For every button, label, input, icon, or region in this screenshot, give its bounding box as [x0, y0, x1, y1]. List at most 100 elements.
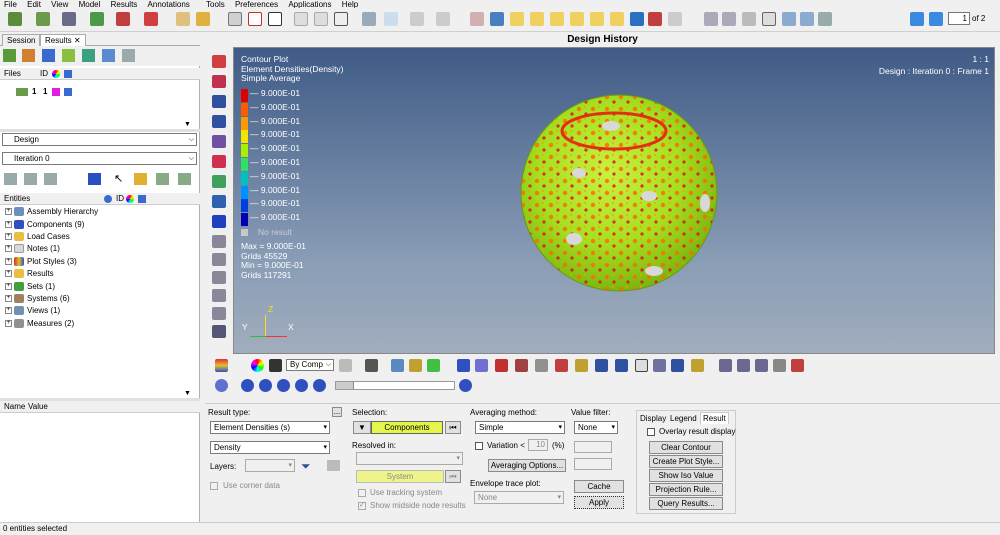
- clear-contour-button[interactable]: Clear Contour: [649, 441, 723, 454]
- deform-icon[interactable]: [212, 155, 226, 168]
- cube-icon[interactable]: [391, 359, 404, 372]
- selection-type-button[interactable]: ▼: [353, 421, 371, 434]
- last-frame-icon[interactable]: [313, 379, 326, 392]
- color-swatch[interactable]: [52, 88, 60, 96]
- window-gray-icon[interactable]: [294, 12, 308, 26]
- averaging-options-button[interactable]: Averaging Options...: [488, 459, 566, 472]
- filter-icon[interactable]: ⏷: [301, 459, 311, 474]
- expand-icon[interactable]: +: [5, 295, 12, 303]
- cube-multi-icon[interactable]: [62, 49, 75, 62]
- export-icon[interactable]: [90, 12, 104, 26]
- splitter[interactable]: [0, 129, 200, 132]
- monitor-icon[interactable]: [212, 195, 226, 208]
- tab-results[interactable]: Results ✕: [40, 34, 86, 46]
- create-plot-style-button[interactable]: Create Plot Style...: [649, 455, 723, 468]
- resolved-in-dropdown[interactable]: ▾: [356, 452, 463, 465]
- spring-icon[interactable]: [212, 175, 226, 188]
- tree-views[interactable]: + Views (1): [5, 305, 60, 317]
- flag-icon[interactable]: [575, 359, 588, 372]
- reset-selection-button[interactable]: ⏮: [445, 421, 461, 434]
- zoom-fit-icon[interactable]: [722, 12, 736, 26]
- expand-icon[interactable]: +: [5, 245, 12, 253]
- file-row[interactable]: 1 1: [0, 86, 200, 98]
- grid-icon[interactable]: [334, 12, 348, 26]
- contour-icon[interactable]: [212, 95, 226, 108]
- folder-results-icon[interactable]: [22, 49, 35, 62]
- flip-h-icon[interactable]: [782, 12, 796, 26]
- prev-frame-icon[interactable]: [259, 379, 272, 392]
- tab-display[interactable]: Display: [640, 414, 666, 423]
- tab-result[interactable]: Result: [700, 412, 729, 424]
- vector-icon[interactable]: [212, 115, 226, 128]
- eye2-icon[interactable]: [24, 173, 37, 185]
- eye3-icon[interactable]: [212, 271, 226, 284]
- overlay-checkbox[interactable]: [647, 428, 655, 436]
- slider-handle[interactable]: [336, 382, 354, 389]
- apply-button[interactable]: Apply: [574, 496, 624, 509]
- tree-sets[interactable]: + Sets (1): [5, 281, 55, 293]
- folder-icon[interactable]: [196, 12, 210, 26]
- contour-legend[interactable]: — 9.000E-01 — 9.000E-01 — 9.000E-01 — 9.000…: [234, 88, 354, 238]
- expand-icon[interactable]: +: [5, 320, 12, 328]
- back-icon[interactable]: [490, 12, 504, 26]
- shaded-icon[interactable]: [648, 12, 662, 26]
- value-filter-dropdown[interactable]: None ▾: [574, 421, 618, 434]
- deform-icon[interactable]: [495, 359, 508, 372]
- tree-notes[interactable]: + Notes (1): [5, 243, 60, 255]
- cube-green-icon[interactable]: [82, 49, 95, 62]
- color-wheel-icon[interactable]: [251, 359, 264, 372]
- eye3-icon[interactable]: [44, 173, 57, 185]
- components-button[interactable]: Components: [371, 421, 443, 434]
- eye-one-icon[interactable]: [178, 173, 191, 185]
- save-icon[interactable]: [62, 12, 76, 26]
- hook-icon[interactable]: [691, 359, 704, 372]
- pan-icon[interactable]: [762, 12, 776, 26]
- projection-rule-button[interactable]: Projection Rule...: [649, 483, 723, 496]
- center-icon[interactable]: [742, 12, 756, 26]
- eye-icon[interactable]: [212, 235, 226, 248]
- design-dropdown[interactable]: Design ⌵: [2, 133, 197, 146]
- comment-icon[interactable]: [737, 359, 750, 372]
- filter-max-input[interactable]: [574, 458, 612, 470]
- expand-icon[interactable]: +: [5, 221, 12, 229]
- expand-icon[interactable]: +: [5, 258, 12, 266]
- flip-v-icon[interactable]: [800, 12, 814, 26]
- axis-iso2-icon[interactable]: [610, 12, 624, 26]
- corner-data-checkbox[interactable]: [210, 482, 218, 490]
- cube-blue-icon[interactable]: [212, 215, 226, 228]
- brackets-icon[interactable]: [818, 12, 832, 26]
- tree-assembly[interactable]: + Assembly Hierarchy: [5, 206, 98, 218]
- expand-icon[interactable]: +: [5, 208, 12, 216]
- tracking-checkbox[interactable]: [358, 489, 366, 497]
- tree-plotstyles[interactable]: + Plot Styles (3): [5, 256, 77, 268]
- variation-input[interactable]: 10: [528, 439, 548, 451]
- tree-collapse-icon[interactable]: ▼: [184, 390, 191, 397]
- next-frame-icon[interactable]: [295, 379, 308, 392]
- legend-icon[interactable]: [457, 359, 470, 372]
- files-collapse-icon[interactable]: ▼: [184, 121, 191, 128]
- tree-systems[interactable]: + Systems (6): [5, 293, 70, 305]
- image-capture-icon[interactable]: [116, 12, 130, 26]
- animation-slider[interactable]: [335, 381, 455, 390]
- pointer-icon[interactable]: ↖: [114, 172, 123, 185]
- midside-checkbox[interactable]: ✓: [358, 502, 366, 510]
- page-layout-icon[interactable]: [248, 12, 262, 26]
- graphics-viewport[interactable]: Contour Plot Element Densities(Density) …: [233, 47, 995, 354]
- expand-icon[interactable]: +: [5, 307, 12, 315]
- tree-loadcases[interactable]: + Load Cases: [5, 231, 70, 243]
- page-number-input[interactable]: 1: [948, 12, 970, 25]
- cube-gray-icon[interactable]: [122, 49, 135, 62]
- note-icon[interactable]: [635, 359, 648, 372]
- eye-icon[interactable]: [4, 173, 17, 185]
- mesh-ball-icon[interactable]: [515, 359, 528, 372]
- averaging-dropdown[interactable]: Simple ▾: [475, 421, 565, 434]
- flag-icon[interactable]: [134, 173, 147, 185]
- gray-box-icon[interactable]: [773, 359, 786, 372]
- zoom-icon[interactable]: [704, 12, 718, 26]
- axis-iso-icon[interactable]: [590, 12, 604, 26]
- envelope-dropdown[interactable]: None ▾: [474, 491, 564, 504]
- tensor-icon[interactable]: [212, 135, 226, 148]
- close-icon[interactable]: ✕: [74, 36, 81, 45]
- person-icon[interactable]: [176, 12, 190, 26]
- book-icon[interactable]: [212, 325, 226, 338]
